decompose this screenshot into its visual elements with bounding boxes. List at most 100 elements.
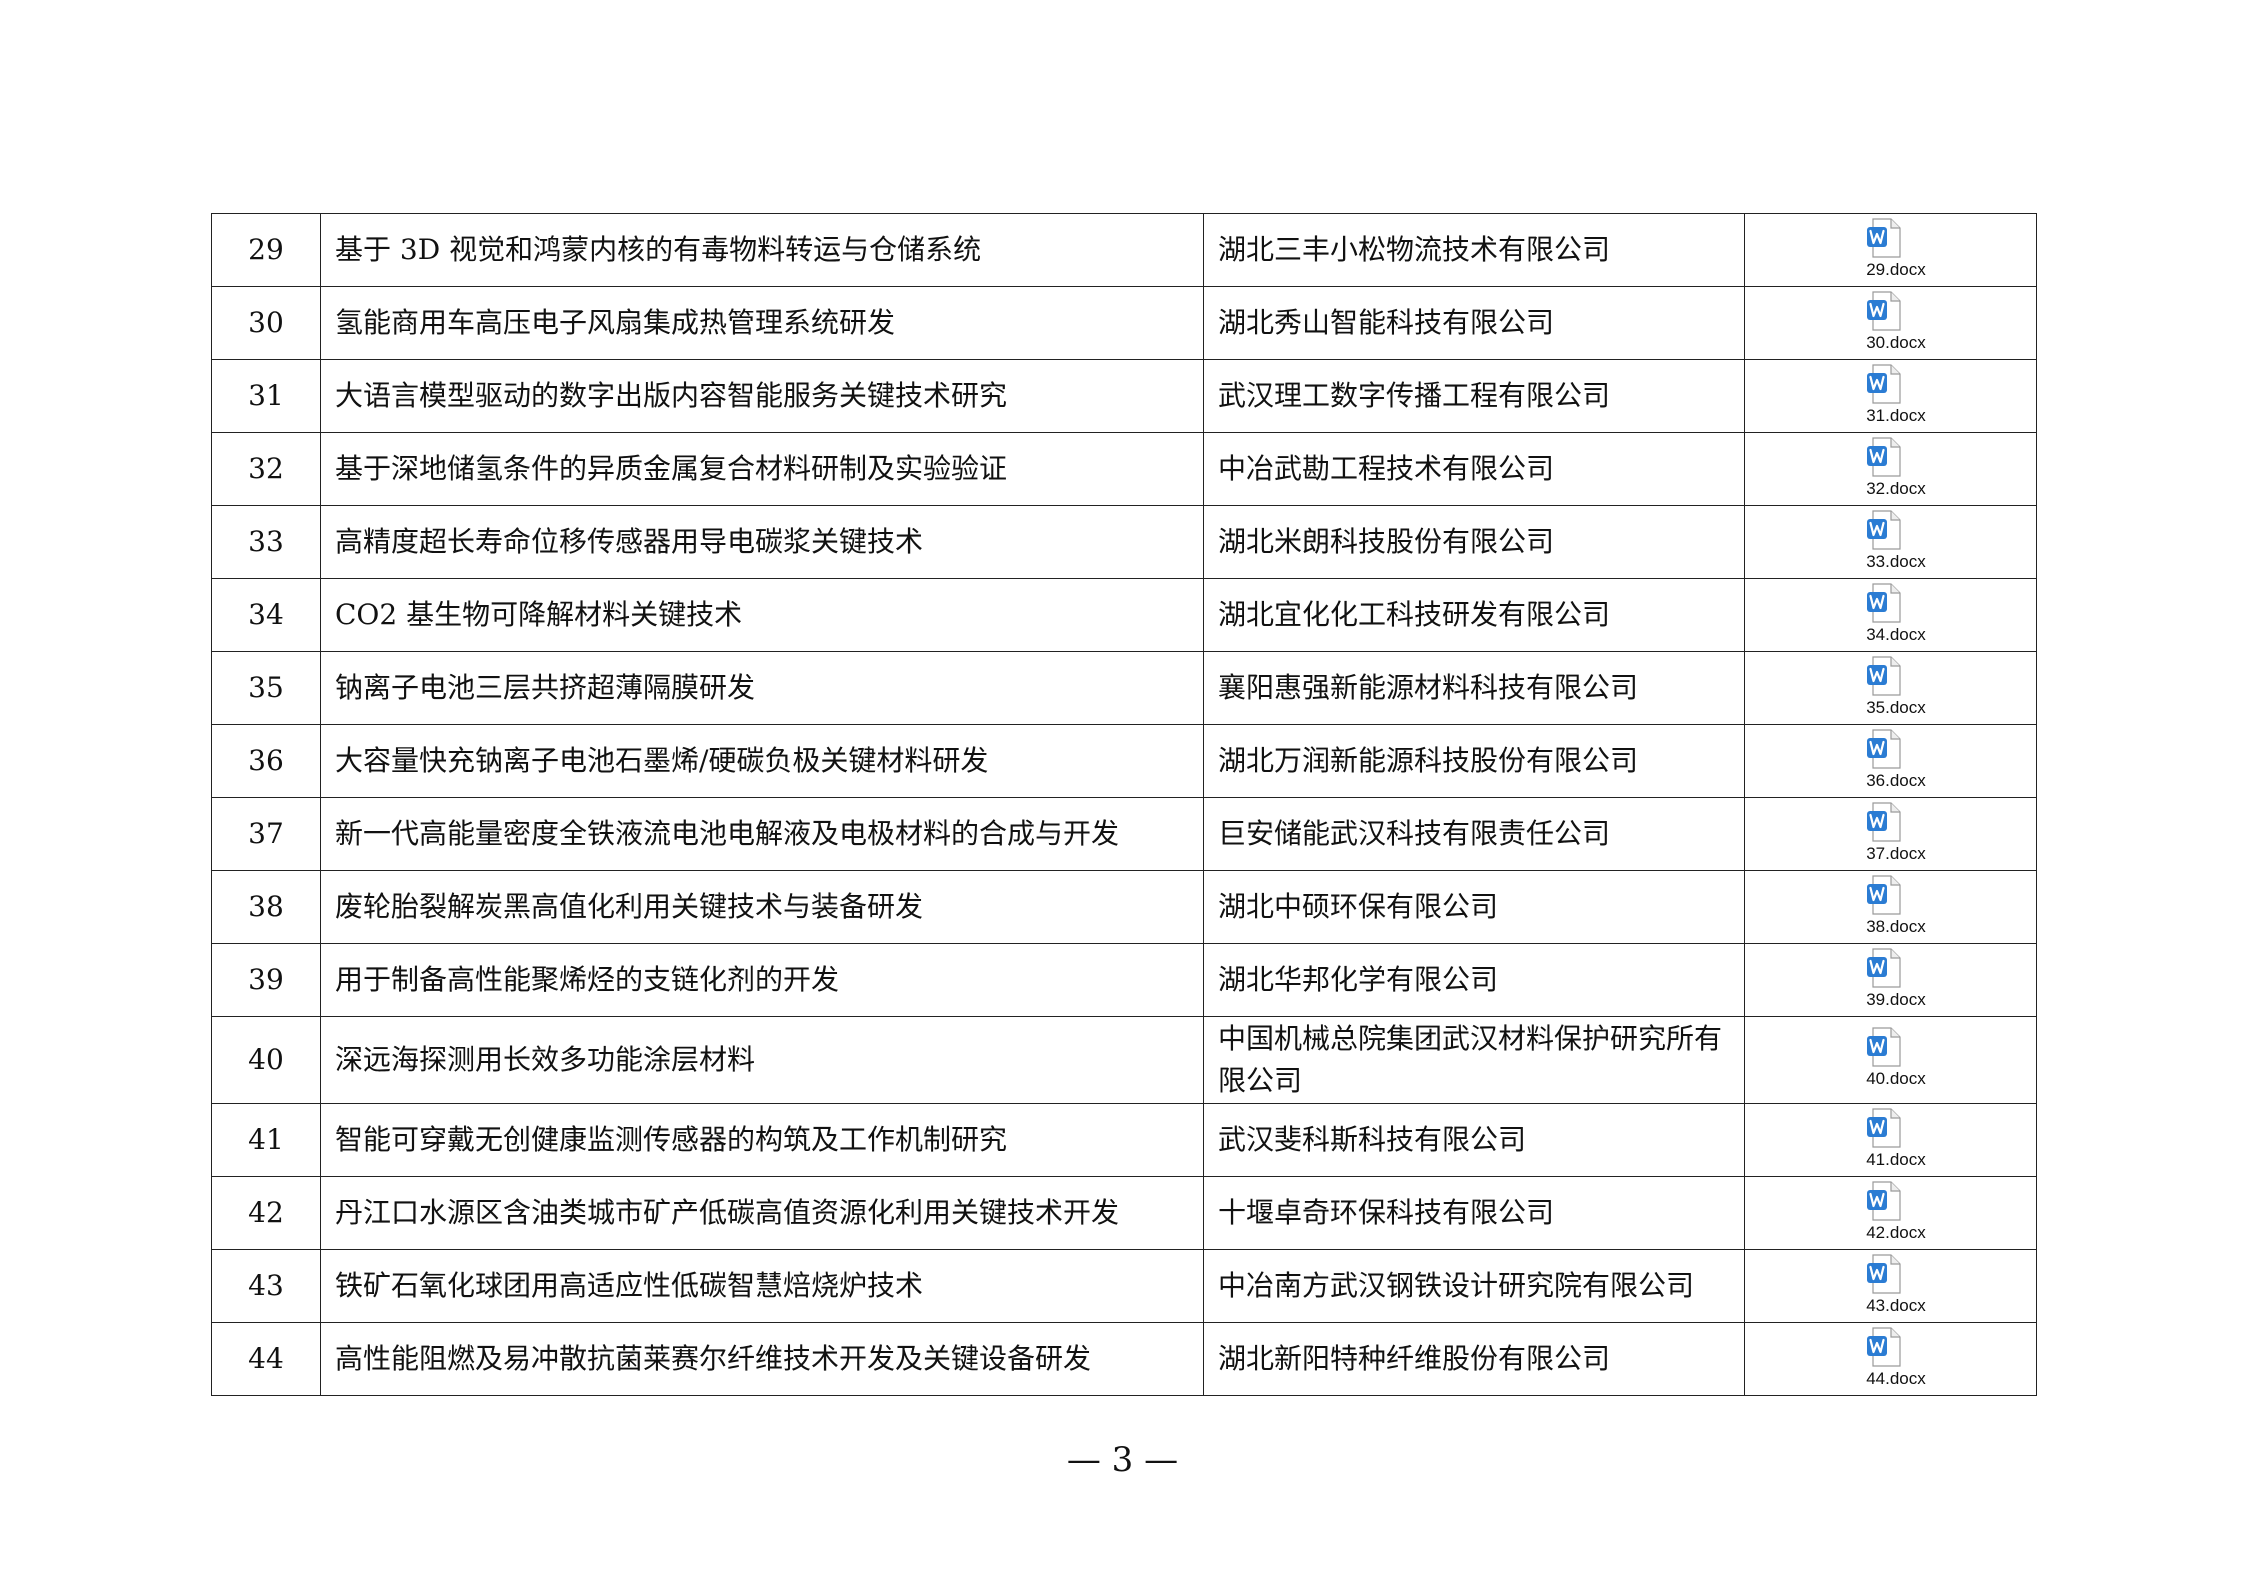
word-document-icon[interactable] (1867, 875, 1901, 915)
attachment-filename[interactable]: 29.docx (1866, 260, 1926, 280)
attachment-link[interactable]: 39.docx (1851, 948, 1941, 1012)
attachment-cell: 34.docx (1744, 578, 2037, 652)
attachment-filename[interactable]: 38.docx (1866, 917, 1926, 937)
project-title: 大语言模型驱动的数字出版内容智能服务关键技术研究 (320, 359, 1204, 433)
word-document-icon[interactable] (1867, 1027, 1901, 1067)
table-row: 42 丹江口水源区含油类城市矿产低碳高值资源化利用关键技术开发 十堰卓奇环保科技有限… (211, 1176, 2037, 1250)
attachment-cell: 36.docx (1744, 724, 2037, 798)
attachment-filename[interactable]: 37.docx (1866, 844, 1926, 864)
table-row: 30 氢能商用车高压电子风扇集成热管理系统研发 湖北秀山智能科技有限公司 30.doc… (211, 286, 2037, 360)
attachment-filename[interactable]: 32.docx (1866, 479, 1926, 499)
project-title: 高性能阻燃及易冲散抗菌莱赛尔纤维技术开发及关键设备研发 (320, 1322, 1204, 1396)
row-number: 35 (211, 651, 321, 725)
table-row: 40 深远海探测用长效多功能涂层材料 中国机械总院集团武汉材料保护研究所有限公司 40… (211, 1016, 2037, 1104)
table-body: 29 基于 3D 视觉和鸿蒙内核的有毒物料转运与仓储系统 湖北三丰小松物流技术有限公… (211, 213, 2037, 1396)
attachment-cell: 32.docx (1744, 432, 2037, 506)
attachment-cell: 41.docx (1744, 1103, 2037, 1177)
attachment-filename[interactable]: 33.docx (1866, 552, 1926, 572)
project-title: 铁矿石氧化球团用高适应性低碳智慧焙烧炉技术 (320, 1249, 1204, 1323)
word-document-icon[interactable] (1867, 583, 1901, 623)
table-row: 43 铁矿石氧化球团用高适应性低碳智慧焙烧炉技术 中冶南方武汉钢铁设计研究院有限公司… (211, 1249, 2037, 1323)
attachment-filename[interactable]: 31.docx (1866, 406, 1926, 426)
word-document-icon[interactable] (1867, 1108, 1901, 1148)
word-document-icon[interactable] (1867, 510, 1901, 550)
attachment-link[interactable]: 38.docx (1851, 875, 1941, 939)
table-row: 39 用于制备高性能聚烯烃的支链化剂的开发 湖北华邦化学有限公司 39.docx (211, 943, 2037, 1017)
attachment-cell: 43.docx (1744, 1249, 2037, 1323)
project-title: 智能可穿戴无创健康监测传感器的构筑及工作机制研究 (320, 1103, 1204, 1177)
row-number: 44 (211, 1322, 321, 1396)
attachment-filename[interactable]: 43.docx (1866, 1296, 1926, 1316)
attachment-link[interactable]: 31.docx (1851, 364, 1941, 428)
row-number: 31 (211, 359, 321, 433)
organization-name: 湖北万润新能源科技股份有限公司 (1203, 724, 1745, 798)
attachment-filename[interactable]: 36.docx (1866, 771, 1926, 791)
organization-name: 中冶武勘工程技术有限公司 (1203, 432, 1745, 506)
project-title: 新一代高能量密度全铁液流电池电解液及电极材料的合成与开发 (320, 797, 1204, 871)
attachment-link[interactable]: 40.docx (1851, 1027, 1941, 1091)
row-number: 36 (211, 724, 321, 798)
attachment-cell: 44.docx (1744, 1322, 2037, 1396)
attachment-link[interactable]: 35.docx (1851, 656, 1941, 720)
organization-name: 湖北米朗科技股份有限公司 (1203, 505, 1745, 579)
row-number: 41 (211, 1103, 321, 1177)
page-number: — 3 — (1066, 1440, 1179, 1480)
word-document-icon[interactable] (1867, 1327, 1901, 1367)
attachment-link[interactable]: 41.docx (1851, 1108, 1941, 1172)
table-row: 35 钠离子电池三层共挤超薄隔膜研发 襄阳惠强新能源材料科技有限公司 35.docx (211, 651, 2037, 725)
organization-name: 武汉斐科斯科技有限公司 (1203, 1103, 1745, 1177)
attachment-filename[interactable]: 34.docx (1866, 625, 1926, 645)
attachment-filename[interactable]: 44.docx (1866, 1369, 1926, 1389)
attachment-link[interactable]: 43.docx (1851, 1254, 1941, 1318)
word-document-icon[interactable] (1867, 291, 1901, 331)
word-document-icon[interactable] (1867, 729, 1901, 769)
attachment-cell: 38.docx (1744, 870, 2037, 944)
word-document-icon[interactable] (1867, 948, 1901, 988)
table-row: 32 基于深地储氢条件的异质金属复合材料研制及实验验证 中冶武勘工程技术有限公司 32… (211, 432, 2037, 506)
word-document-icon[interactable] (1867, 437, 1901, 477)
row-number: 39 (211, 943, 321, 1017)
table-row: 38 废轮胎裂解炭黑高值化利用关键技术与装备研发 湖北中硕环保有限公司 38.docx (211, 870, 2037, 944)
organization-name: 中国机械总院集团武汉材料保护研究所有限公司 (1203, 1016, 1745, 1104)
attachment-filename[interactable]: 39.docx (1866, 990, 1926, 1010)
row-number: 43 (211, 1249, 321, 1323)
table-row: 31 大语言模型驱动的数字出版内容智能服务关键技术研究 武汉理工数字传播工程有限公司… (211, 359, 2037, 433)
table-row: 29 基于 3D 视觉和鸿蒙内核的有毒物料转运与仓储系统 湖北三丰小松物流技术有限公… (211, 213, 2037, 287)
attachment-filename[interactable]: 35.docx (1866, 698, 1926, 718)
word-document-icon[interactable] (1867, 1254, 1901, 1294)
row-number: 30 (211, 286, 321, 360)
attachment-link[interactable]: 44.docx (1851, 1327, 1941, 1391)
table-row: 36 大容量快充钠离子电池石墨烯/硬碳负极关键材料研发 湖北万润新能源科技股份有限公… (211, 724, 2037, 798)
project-title: 丹江口水源区含油类城市矿产低碳高值资源化利用关键技术开发 (320, 1176, 1204, 1250)
attachment-link[interactable]: 42.docx (1851, 1181, 1941, 1245)
attachment-link[interactable]: 34.docx (1851, 583, 1941, 647)
project-title: 基于 3D 视觉和鸿蒙内核的有毒物料转运与仓储系统 (320, 213, 1204, 287)
attachment-cell: 29.docx (1744, 213, 2037, 287)
attachment-link[interactable]: 36.docx (1851, 729, 1941, 793)
row-number: 32 (211, 432, 321, 506)
word-document-icon[interactable] (1867, 364, 1901, 404)
word-document-icon[interactable] (1867, 656, 1901, 696)
attachment-link[interactable]: 29.docx (1851, 218, 1941, 282)
row-number: 40 (211, 1016, 321, 1104)
word-document-icon[interactable] (1867, 218, 1901, 258)
attachment-filename[interactable]: 41.docx (1866, 1150, 1926, 1170)
organization-name: 武汉理工数字传播工程有限公司 (1203, 359, 1745, 433)
attachment-cell: 39.docx (1744, 943, 2037, 1017)
attachment-filename[interactable]: 30.docx (1866, 333, 1926, 353)
table-row: 41 智能可穿戴无创健康监测传感器的构筑及工作机制研究 武汉斐科斯科技有限公司 41.… (211, 1103, 2037, 1177)
project-title: 深远海探测用长效多功能涂层材料 (320, 1016, 1204, 1104)
row-number: 37 (211, 797, 321, 871)
attachment-cell: 30.docx (1744, 286, 2037, 360)
word-document-icon[interactable] (1867, 1181, 1901, 1221)
organization-name: 十堰卓奇环保科技有限公司 (1203, 1176, 1745, 1250)
attachment-link[interactable]: 30.docx (1851, 291, 1941, 355)
word-document-icon[interactable] (1867, 802, 1901, 842)
attachment-filename[interactable]: 40.docx (1866, 1069, 1926, 1089)
attachment-link[interactable]: 33.docx (1851, 510, 1941, 574)
attachment-link[interactable]: 32.docx (1851, 437, 1941, 501)
organization-name: 湖北中硕环保有限公司 (1203, 870, 1745, 944)
organization-name: 中冶南方武汉钢铁设计研究院有限公司 (1203, 1249, 1745, 1323)
attachment-filename[interactable]: 42.docx (1866, 1223, 1926, 1243)
attachment-link[interactable]: 37.docx (1851, 802, 1941, 866)
